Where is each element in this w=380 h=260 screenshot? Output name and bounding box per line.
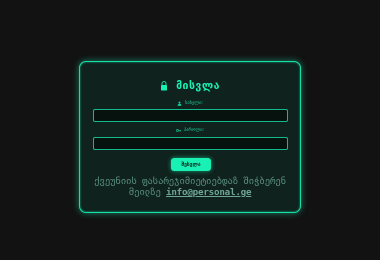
login-header: მისვლა	[80, 80, 300, 92]
login-card: მისვლა სახელი: პაროლი: შესვლა ქვეუნიის ფ…	[79, 61, 301, 213]
login-button[interactable]: შესვლა	[171, 158, 211, 171]
password-input[interactable]	[93, 137, 288, 150]
contact-note-line-1: ქვეუნიის ფასარეჯიმიეტიებდაზ შიჭბერენ	[94, 176, 286, 187]
login-page: მისვლა სახელი: პაროლი: შესვლა ქვეუნიის ფ…	[0, 0, 380, 260]
username-input[interactable]	[93, 109, 288, 122]
password-label-row: პაროლი:	[80, 128, 300, 133]
login-title: მისვლა	[176, 80, 220, 92]
username-label-row: სახელი:	[80, 101, 300, 106]
username-label: სახელი:	[185, 101, 203, 106]
password-label: პაროლი:	[183, 128, 205, 133]
contact-email-link[interactable]: info@personal.ge	[166, 187, 252, 198]
contact-note-line-2: მეილზე info@personal.ge	[80, 187, 300, 198]
user-icon	[177, 101, 182, 106]
lock-icon	[161, 81, 168, 91]
contact-note: ქვეუნიის ფასარეჯიმიეტიებდაზ შიჭბერენ მეი…	[80, 176, 300, 198]
key-icon	[175, 129, 181, 132]
contact-note-prefix: მეილზე	[128, 187, 161, 198]
